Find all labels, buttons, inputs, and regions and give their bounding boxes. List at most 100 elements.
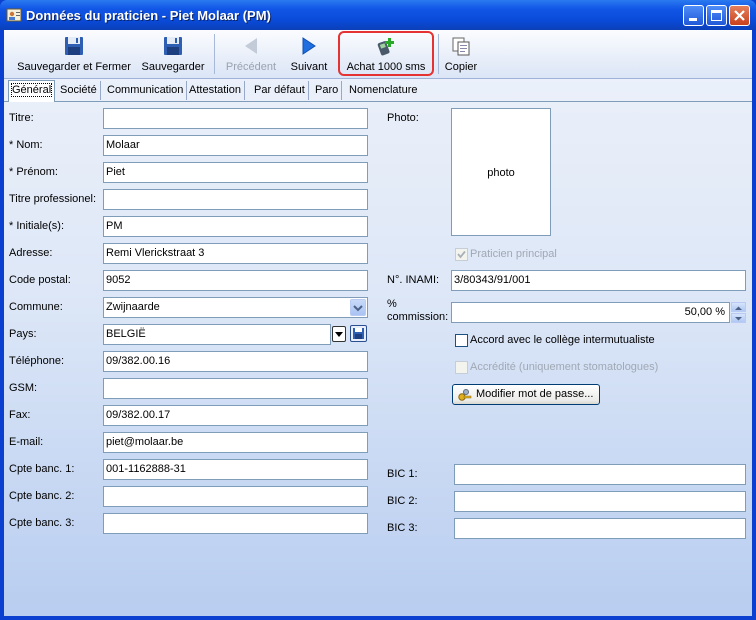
photo-box[interactable]: photo (451, 108, 551, 236)
cpte-banc-1-field[interactable]: 001-1162888-31 (103, 459, 368, 480)
code-postal-field[interactable]: 9052 (103, 270, 368, 291)
tab-label: Général (10, 83, 53, 97)
modifier-mot-de-passe-button[interactable]: Modifier mot de passe... (452, 384, 600, 405)
save-button[interactable]: Sauvegarder (138, 32, 208, 76)
code-postal-label: Code postal: (9, 274, 71, 286)
window-title: Données du praticien - Piet Molaar (PM) (26, 8, 271, 23)
pays-dropdown-button[interactable] (332, 326, 346, 342)
nom-label: * Nom: (9, 139, 43, 151)
inami-field[interactable]: 3/80343/91/001 (451, 270, 746, 291)
accredite-checkbox[interactable] (455, 361, 468, 374)
inami-label: N°. INAMI: (387, 274, 440, 286)
bic-1-field[interactable] (454, 464, 746, 485)
bic-3-field[interactable] (454, 518, 746, 539)
toolbar-label: Sauvegarder (141, 61, 205, 73)
commission-label-line2: commission: (387, 311, 449, 323)
buy-1000-sms-button[interactable]: Achat 1000 sms (340, 32, 432, 76)
floppy-disk-icon (65, 37, 83, 55)
commune-select[interactable]: Zwijnaarde (103, 297, 368, 318)
prenom-field[interactable]: Piet (103, 162, 368, 183)
telephone-label: Téléphone: (9, 355, 65, 367)
previous-button[interactable]: Précédent (220, 32, 282, 76)
fax-field[interactable]: 09/382.00.17 (103, 405, 368, 426)
cpte-banc-2-label: Cpte banc. 2: (9, 490, 75, 502)
phone-add-icon (377, 38, 394, 56)
tab-strip: Général Société Communication Attestatio… (4, 79, 752, 102)
fax-label: Fax: (9, 409, 31, 421)
bic-1-label: BIC 1: (387, 468, 418, 480)
save-and-close-button[interactable]: Sauvegarder et Fermer (10, 32, 138, 76)
titre-professionel-label: Titre professionel: (9, 193, 97, 205)
copy-button[interactable]: Copier (442, 32, 480, 76)
title-bar[interactable]: Données du praticien - Piet Molaar (PM) (0, 0, 756, 30)
nom-field[interactable]: Molaar (103, 135, 368, 156)
minimize-icon (689, 18, 697, 21)
toolbar-separator (214, 34, 215, 74)
commission-field[interactable]: 50,00 % (451, 302, 730, 323)
pays-save-button[interactable] (350, 325, 367, 342)
tab-paro[interactable]: Paro (312, 81, 343, 100)
minimize-button[interactable] (683, 5, 704, 26)
photo-placeholder: photo (487, 167, 515, 179)
toolbar: Sauvegarder et Fermer Sauvegarder Précéd… (4, 30, 752, 79)
initiales-label: * Initiale(s): (9, 220, 65, 232)
titre-label: Titre: (9, 112, 34, 124)
accord-checkbox[interactable] (455, 334, 468, 347)
commission-spin-down[interactable] (731, 313, 746, 323)
toolbar-label: Copier (444, 61, 478, 73)
chevron-up-icon (735, 306, 742, 310)
tab-communication[interactable]: Communication (104, 81, 188, 100)
floppy-disk-icon (353, 328, 364, 339)
toolbar-label: Sauvegarder et Fermer (17, 61, 131, 73)
accord-label: Accord avec le collège intermutualiste (470, 334, 655, 346)
tab-societe[interactable]: Société (57, 81, 101, 100)
chevron-down-icon (735, 317, 742, 321)
gsm-field[interactable] (103, 378, 368, 399)
close-button[interactable] (729, 5, 750, 26)
bic-2-field[interactable] (454, 491, 746, 512)
photo-label: Photo: (387, 112, 419, 124)
tab-attestation[interactable]: Attestation (186, 81, 245, 100)
tab-par-defaut[interactable]: Par défaut (251, 81, 309, 100)
chevron-down-icon (353, 305, 363, 312)
adresse-field[interactable]: Remi Vlerickstraat 3 (103, 243, 368, 264)
cpte-banc-3-label: Cpte banc. 3: (9, 517, 75, 529)
arrow-left-icon (245, 38, 257, 54)
commune-value: Zwijnaarde (106, 301, 160, 313)
maximize-button[interactable] (706, 5, 727, 26)
tab-nomenclature[interactable]: Nomenclature (346, 81, 420, 100)
window: Données du praticien - Piet Molaar (PM) … (0, 0, 756, 620)
initiales-field[interactable]: PM (103, 216, 368, 237)
modifier-mot-de-passe-label: Modifier mot de passe... (476, 388, 594, 400)
praticien-principal-label: Praticien principal (470, 248, 557, 260)
maximize-icon (711, 10, 722, 21)
bic-3-label: BIC 3: (387, 522, 418, 534)
toolbar-label: Précédent (225, 61, 277, 73)
email-label: E-mail: (9, 436, 44, 448)
titre-professionel-field[interactable] (103, 189, 368, 210)
adresse-label: Adresse: (9, 247, 53, 259)
tab-general[interactable]: Général (8, 80, 56, 102)
checkmark-icon (457, 250, 466, 259)
toolbar-label: Suivant (290, 61, 328, 73)
floppy-disk-icon (164, 37, 182, 55)
commune-dropdown-button[interactable] (350, 299, 366, 316)
cpte-banc-3-field[interactable] (103, 513, 368, 534)
arrow-right-icon (302, 37, 316, 55)
commission-spin-up[interactable] (731, 302, 746, 312)
accredite-label: Accrédité (uniquement stomatologues) (470, 361, 659, 373)
prenom-label: * Prénom: (9, 166, 58, 178)
chevron-down-icon (335, 332, 343, 337)
email-field[interactable]: piet@molaar.be (103, 432, 368, 453)
bic-2-label: BIC 2: (387, 495, 418, 507)
next-button[interactable]: Suivant (284, 32, 334, 76)
praticien-principal-checkbox[interactable] (455, 248, 468, 261)
close-icon (734, 10, 745, 21)
telephone-field[interactable]: 09/382.00.16 (103, 351, 368, 372)
titre-field[interactable] (103, 108, 368, 129)
pays-field[interactable]: BELGIË (103, 324, 331, 345)
cpte-banc-2-field[interactable] (103, 486, 368, 507)
pays-label: Pays: (9, 328, 37, 340)
toolbar-label: Achat 1000 sms (346, 61, 426, 73)
gsm-label: GSM: (9, 382, 38, 394)
